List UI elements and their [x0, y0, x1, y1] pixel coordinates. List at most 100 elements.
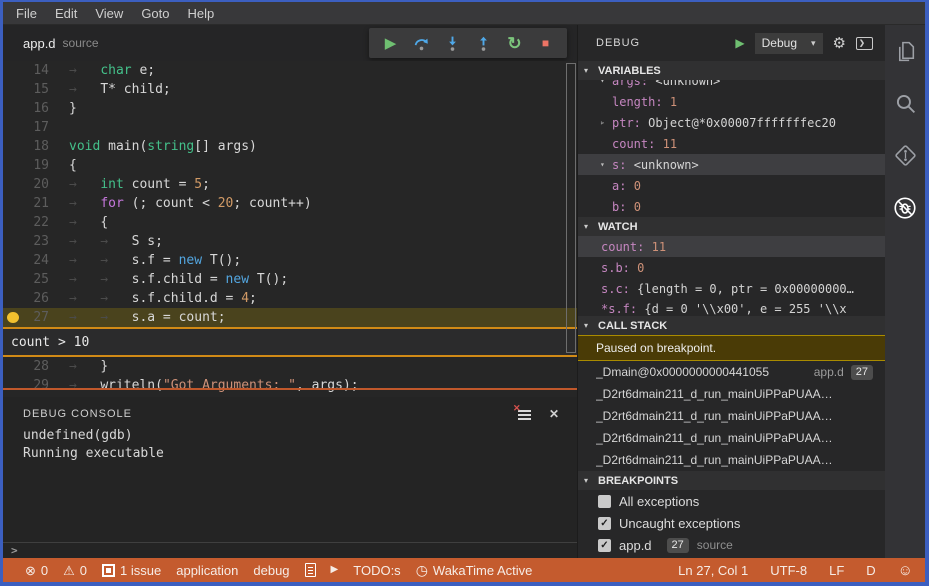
- explorer-icon[interactable]: [893, 39, 918, 64]
- code-line-15[interactable]: 15 → T* child;: [3, 80, 577, 99]
- code-editor[interactable]: 14 → char e; 15 → T* child; 16} 17 18 void main…: [3, 61, 577, 397]
- editor-scrollbar[interactable]: [564, 61, 577, 357]
- chevron-down-icon[interactable]: ▾: [600, 160, 612, 169]
- code-line-24[interactable]: 24 → → s.f = new T();: [3, 251, 577, 270]
- gear-icon[interactable]: ⚙: [833, 34, 846, 52]
- code-line-18[interactable]: 18 void main(string[] args): [3, 137, 577, 156]
- scrollbar-slider[interactable]: [566, 63, 576, 353]
- line-number[interactable]: 15: [21, 80, 49, 99]
- variable-row[interactable]: b: 0: [578, 196, 885, 217]
- step-into-button[interactable]: [437, 29, 468, 57]
- breakpoint-gutter[interactable]: [3, 175, 21, 194]
- status-item-lf[interactable]: LF: [829, 563, 844, 578]
- line-number[interactable]: 18: [21, 137, 49, 156]
- code-line-29[interactable]: 29 → writeln("Got Arguments: ", args);: [3, 376, 577, 395]
- status-item-utf-8[interactable]: UTF-8: [770, 563, 807, 578]
- code-line-21[interactable]: 21 → for (; count < 20; count++): [3, 194, 577, 213]
- line-number[interactable]: 29: [21, 376, 49, 395]
- status-item-debug[interactable]: debug: [253, 563, 289, 578]
- status-item-ln-27-col-1[interactable]: Ln 27, Col 1: [678, 563, 748, 578]
- watch-row[interactable]: s.c: {length = 0, ptr = 0x00000000…: [578, 278, 885, 299]
- watch-row[interactable]: s.b: 0: [578, 257, 885, 278]
- code-line-27[interactable]: 27 → → s.a = count;: [3, 308, 577, 327]
- stack-frame[interactable]: _D2rt6dmain211_d_run_mainUiPPaPUAA…: [578, 383, 885, 405]
- line-number[interactable]: 21: [21, 194, 49, 213]
- breakpoint-gutter[interactable]: [3, 156, 21, 175]
- status-item-0[interactable]: ⊗ 0: [25, 563, 48, 578]
- breakpoint-condition-widget[interactable]: count > 10: [3, 327, 577, 357]
- line-number[interactable]: 27: [21, 308, 49, 327]
- close-icon[interactable]: ✕: [549, 407, 559, 421]
- search-icon[interactable]: [893, 91, 918, 116]
- step-over-button[interactable]: [406, 29, 437, 57]
- breakpoint-row[interactable]: ✓ Uncaught exceptions: [578, 512, 885, 534]
- status-item[interactable]: ☺: [898, 563, 913, 578]
- chevron-down-icon[interactable]: ▾: [600, 80, 612, 85]
- stack-frame[interactable]: _D2rt6dmain211_d_run_mainUiPPaPUAA…: [578, 449, 885, 471]
- watch-row[interactable]: count: 11: [578, 236, 885, 257]
- code-line-25[interactable]: 25 → → s.f.child = new T();: [3, 270, 577, 289]
- panel-sash[interactable]: [3, 388, 577, 390]
- menu-view[interactable]: View: [86, 6, 132, 21]
- code-line-26[interactable]: 26 → → s.f.child.d = 4;: [3, 289, 577, 308]
- code-line-23[interactable]: 23 → → S s;: [3, 232, 577, 251]
- breakpoint-gutter[interactable]: [3, 118, 21, 137]
- variable-row[interactable]: a: 0: [578, 175, 885, 196]
- section-header-call-stack[interactable]: ▾ CALL STACK: [578, 316, 885, 335]
- variable-row[interactable]: count: 11: [578, 133, 885, 154]
- breakpoint-gutter[interactable]: [3, 213, 21, 232]
- restart-button[interactable]: ↻: [499, 29, 530, 57]
- line-number[interactable]: 16: [21, 99, 49, 118]
- line-number[interactable]: 23: [21, 232, 49, 251]
- breakpoint-gutter[interactable]: [3, 376, 21, 395]
- status-item-todo-s[interactable]: TODO:s: [353, 563, 400, 578]
- menu-file[interactable]: File: [7, 6, 46, 21]
- debug-icon[interactable]: [892, 195, 918, 221]
- menu-goto[interactable]: Goto: [132, 6, 178, 21]
- breakpoint-row[interactable]: All exceptions: [578, 490, 885, 512]
- stop-button[interactable]: ■: [530, 29, 561, 57]
- line-number[interactable]: 14: [21, 61, 49, 80]
- variable-row[interactable]: ▾ s: <unknown>: [578, 154, 885, 175]
- status-item-d[interactable]: D: [866, 563, 875, 578]
- checkbox[interactable]: ✓: [598, 516, 611, 530]
- breakpoint-gutter[interactable]: [3, 232, 21, 251]
- line-number[interactable]: 24: [21, 251, 49, 270]
- checkbox[interactable]: ✓: [598, 538, 611, 552]
- section-header-variables[interactable]: ▾ VARIABLES: [578, 61, 885, 80]
- code-line-14[interactable]: 14 → char e;: [3, 61, 577, 80]
- tab-app-d[interactable]: app.d source: [3, 25, 113, 61]
- status-item-1-issue[interactable]: 1 issue: [102, 563, 161, 578]
- variable-row[interactable]: ▾ args: <unknown>: [578, 80, 885, 91]
- debug-console-input[interactable]: >: [3, 542, 577, 558]
- line-number[interactable]: 22: [21, 213, 49, 232]
- line-number[interactable]: 28: [21, 357, 49, 376]
- stack-frame[interactable]: _D2rt6dmain211_d_run_mainUiPPaPUAA…: [578, 427, 885, 449]
- checkbox[interactable]: [598, 494, 611, 508]
- status-item-wakatime-active[interactable]: ◷ WakaTime Active: [416, 563, 533, 578]
- breakpoint-icon[interactable]: [7, 312, 19, 323]
- status-item[interactable]: [304, 563, 316, 577]
- menu-help[interactable]: Help: [179, 6, 224, 21]
- line-number[interactable]: 26: [21, 289, 49, 308]
- chevron-right-icon[interactable]: ▹: [600, 118, 612, 127]
- status-item[interactable]: ▶: [331, 565, 339, 575]
- breakpoint-gutter[interactable]: [3, 80, 21, 99]
- line-number[interactable]: 17: [21, 118, 49, 137]
- status-item-0[interactable]: ⚠ 0: [63, 563, 87, 578]
- breakpoint-row[interactable]: ✓ app.d 27 source: [578, 534, 885, 556]
- code-line-20[interactable]: 20 → int count = 5;: [3, 175, 577, 194]
- variable-row[interactable]: ▹ ptr: Object@*0x00007fffffffec20: [578, 112, 885, 133]
- line-number[interactable]: 19: [21, 156, 49, 175]
- line-number[interactable]: 25: [21, 270, 49, 289]
- clear-console-icon[interactable]: [513, 403, 531, 421]
- breakpoint-gutter[interactable]: [3, 270, 21, 289]
- variable-row[interactable]: length: 1: [578, 91, 885, 112]
- breakpoint-gutter[interactable]: [3, 357, 21, 376]
- breakpoint-gutter[interactable]: [3, 61, 21, 80]
- breakpoint-gutter[interactable]: [3, 137, 21, 156]
- breakpoint-gutter[interactable]: [3, 251, 21, 270]
- breakpoint-gutter[interactable]: [3, 308, 21, 327]
- section-header-watch[interactable]: ▾ WATCH: [578, 217, 885, 236]
- code-line-28[interactable]: 28 → }: [3, 357, 577, 376]
